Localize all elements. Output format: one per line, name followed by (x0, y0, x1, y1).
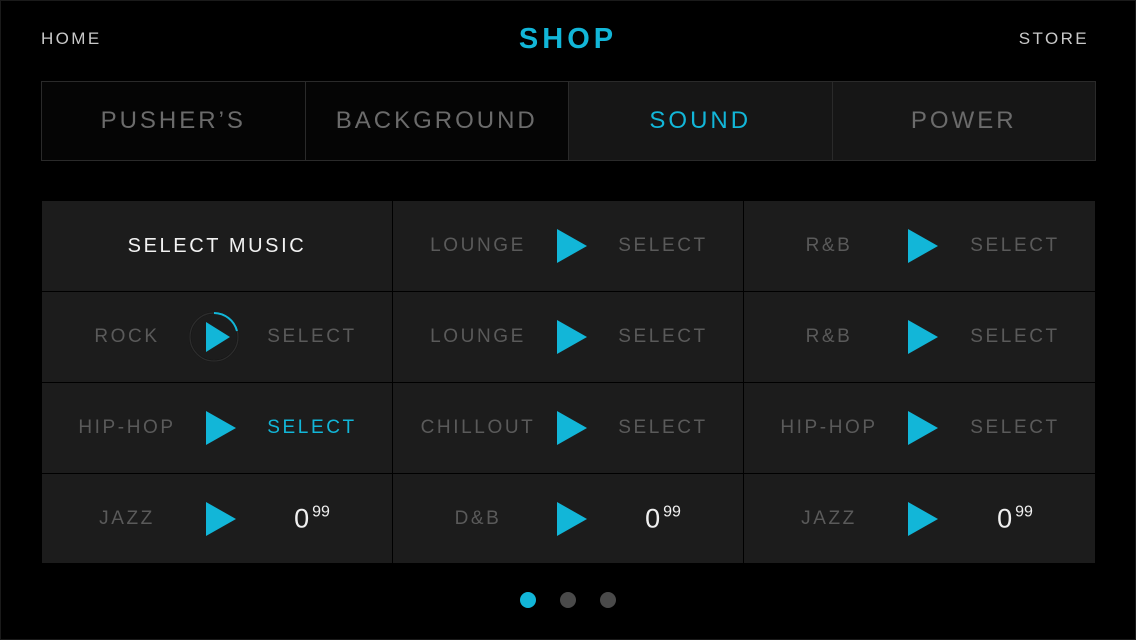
tab-background[interactable]: BACKGROUND (305, 82, 569, 160)
price-cents: 99 (312, 503, 330, 520)
select-button[interactable]: SELECT (583, 235, 743, 257)
music-cell: ROCK SELECT (42, 292, 393, 382)
select-button[interactable]: SELECT (232, 326, 392, 348)
music-cell: D&B 0 99 (393, 474, 744, 563)
price-cents: 99 (1015, 503, 1033, 520)
store-link[interactable]: STORE (1019, 29, 1089, 49)
music-cell: JAZZ 0 99 (42, 474, 393, 563)
page-title: SHOP (518, 23, 618, 55)
tab-sound[interactable]: SOUND (569, 82, 833, 160)
genre-label: LOUNGE (430, 326, 526, 347)
select-button[interactable]: SELECT (935, 417, 1095, 439)
app-frame: HOME SHOP STORE PUSHER’S BACKGROUND SOUN… (0, 0, 1136, 640)
price-cents: 99 (663, 503, 681, 520)
music-cell: HIP-HOP SELECT (744, 383, 1095, 473)
select-button[interactable]: SELECT (583, 417, 743, 439)
page-dot-2[interactable] (560, 592, 576, 608)
select-button[interactable]: SELECT (583, 326, 743, 348)
genre-label: HIP-HOP (780, 417, 878, 438)
genre-label: HIP-HOP (78, 417, 176, 438)
page-dot-3[interactable] (600, 592, 616, 608)
genre-label: R&B (805, 235, 853, 256)
page-dot-1[interactable] (520, 592, 536, 608)
genre-label: D&B (454, 507, 502, 529)
music-cell: JAZZ 0 99 (744, 474, 1095, 563)
music-cell: CHILLOUT SELECT (393, 383, 744, 473)
price-button[interactable]: 0 99 (232, 503, 392, 534)
tab-pushers[interactable]: PUSHER’S (42, 82, 306, 160)
price-button[interactable]: 0 99 (583, 503, 743, 534)
pagination-dots (1, 592, 1135, 608)
genre-label: JAZZ (99, 507, 155, 529)
select-music-label: SELECT MUSIC (127, 234, 307, 257)
genre-label: JAZZ (801, 507, 857, 529)
music-cell: R&B SELECT (744, 292, 1095, 382)
select-button[interactable]: SELECT (935, 326, 1095, 348)
genre-label: ROCK (94, 326, 160, 347)
genre-label: CHILLOUT (420, 417, 536, 438)
price-button[interactable]: 0 99 (935, 503, 1095, 534)
category-tabs: PUSHER’S BACKGROUND SOUND POWER (41, 81, 1096, 161)
music-grid: SELECT MUSIC LOUNGE SELECT R&B SELECT RO… (42, 201, 1095, 563)
price-main: 0 (294, 503, 310, 533)
music-cell: LOUNGE SELECT (393, 201, 744, 291)
tab-power[interactable]: POWER (832, 82, 1095, 160)
select-button[interactable]: SELECT (935, 235, 1095, 257)
music-cell: R&B SELECT (744, 201, 1095, 291)
music-cell: HIP-HOP SELECT (42, 383, 393, 473)
select-music-header: SELECT MUSIC (42, 201, 393, 291)
price-main: 0 (645, 503, 661, 533)
genre-label: LOUNGE (430, 235, 526, 256)
select-button-selected[interactable]: SELECT (232, 417, 392, 439)
price-main: 0 (997, 503, 1013, 533)
genre-label: R&B (805, 326, 853, 347)
music-cell: LOUNGE SELECT (393, 292, 744, 382)
